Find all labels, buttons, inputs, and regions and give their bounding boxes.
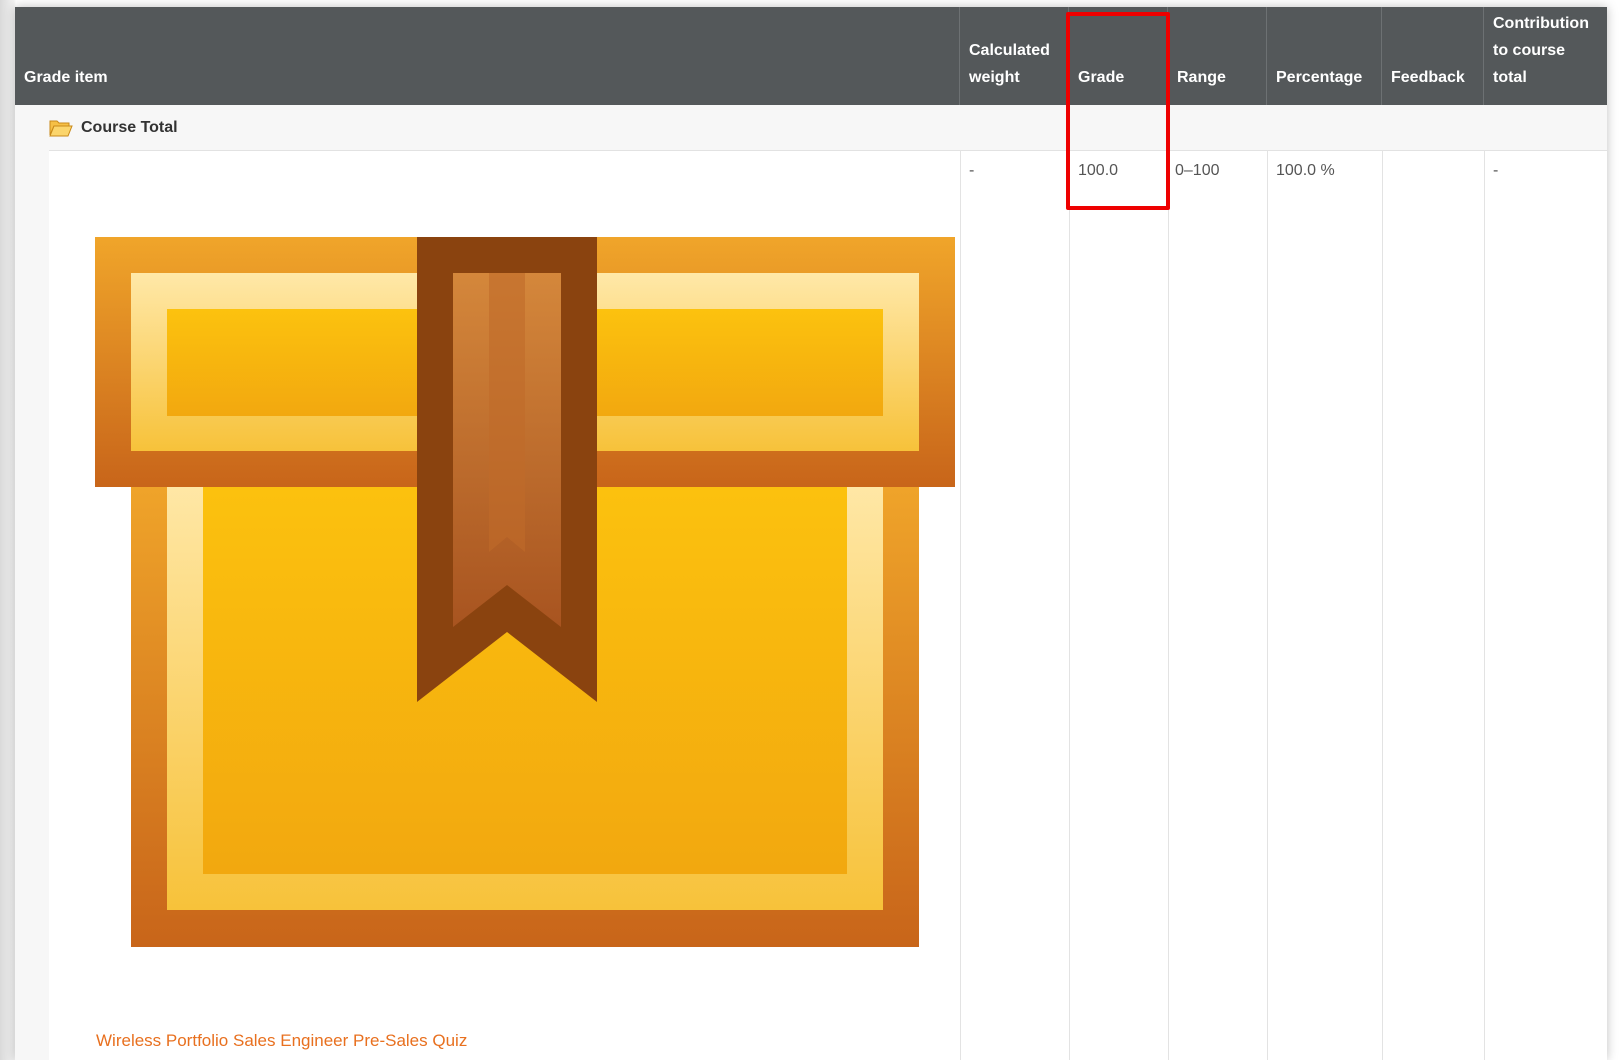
header-range[interactable]: Range bbox=[1168, 7, 1267, 105]
header-contribution[interactable]: Contribution to course total bbox=[1484, 7, 1607, 105]
header-calculated-weight-line1: Calculated bbox=[969, 42, 1050, 59]
header-contribution-line1: Contribution bbox=[1493, 15, 1589, 32]
column-divider bbox=[1484, 150, 1485, 1060]
grade-column-highlight bbox=[1066, 12, 1170, 210]
header-calculated-weight[interactable]: Calculated weight bbox=[960, 7, 1069, 105]
box-ribbon-icon bbox=[95, 237, 955, 957]
header-feedback-label: Feedback bbox=[1391, 69, 1465, 86]
header-range-label: Range bbox=[1177, 69, 1226, 86]
header-contribution-line2: to course bbox=[1493, 42, 1566, 59]
cell-range: 0–100 bbox=[1175, 162, 1220, 179]
header-percentage[interactable]: Percentage bbox=[1267, 7, 1382, 105]
page-frame: Grade item Calculated weight Grade Range… bbox=[0, 0, 1621, 1060]
grade-report-panel: Grade item Calculated weight Grade Range… bbox=[15, 7, 1607, 1060]
column-divider bbox=[1168, 150, 1169, 1060]
column-divider bbox=[1069, 150, 1070, 1060]
cell-percentage: 100.0 % bbox=[1276, 162, 1335, 179]
cell-contribution: - bbox=[1493, 162, 1499, 179]
quiz-item-link[interactable]: Wireless Portfolio Sales Engineer Pre-Sa… bbox=[96, 1031, 467, 1051]
header-grade-item-label: Grade item bbox=[24, 69, 108, 86]
course-total-row: Course Total bbox=[49, 105, 1607, 151]
course-total-label: Course Total bbox=[81, 118, 178, 136]
table-header: Grade item Calculated weight Grade Range… bbox=[15, 7, 1607, 105]
header-percentage-label: Percentage bbox=[1276, 69, 1363, 86]
header-calculated-weight-line2: weight bbox=[969, 69, 1020, 86]
indent-strip bbox=[15, 105, 49, 1060]
header-feedback[interactable]: Feedback bbox=[1382, 7, 1484, 105]
column-divider bbox=[1267, 150, 1268, 1060]
column-divider bbox=[1382, 150, 1383, 1060]
header-contribution-line3: total bbox=[1493, 69, 1527, 86]
header-grade-item[interactable]: Grade item bbox=[15, 7, 960, 105]
column-divider bbox=[960, 150, 961, 1060]
cell-calculated-weight: - bbox=[969, 162, 975, 179]
folder-open-icon bbox=[49, 118, 73, 138]
